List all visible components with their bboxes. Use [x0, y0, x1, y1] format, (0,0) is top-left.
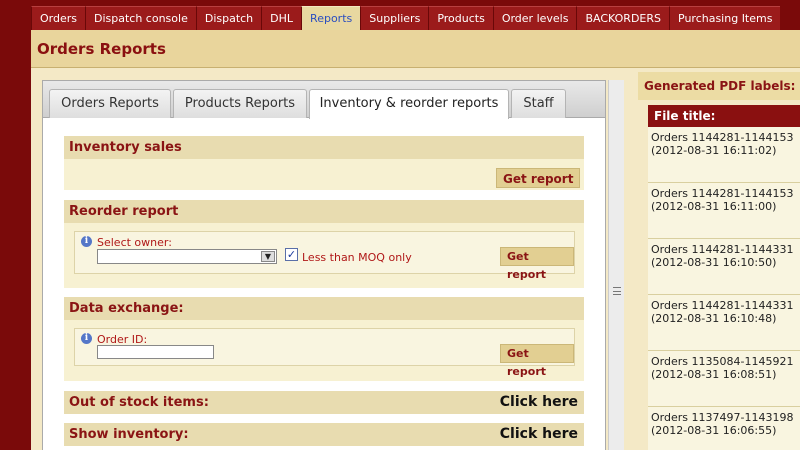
moq-checkbox[interactable]: ✓: [285, 248, 298, 261]
list-item[interactable]: Orders 1144281-1144331 (2012-08-31 16:10…: [648, 239, 800, 295]
nav-order-levels[interactable]: Order levels: [492, 6, 577, 30]
tab-inventory-reorder[interactable]: Inventory & reorder reports: [309, 89, 509, 119]
out-of-stock-label: Out of stock items:: [69, 395, 209, 410]
out-of-stock-link[interactable]: Click here: [500, 391, 578, 414]
page-title: Orders Reports: [37, 40, 166, 58]
tab-products-reports[interactable]: Products Reports: [173, 89, 307, 118]
file-title-header: File title:: [648, 105, 800, 127]
reorder-get-report-button[interactable]: Get report: [500, 247, 574, 281]
generated-labels-title: Generated PDF labels:: [638, 72, 800, 100]
file-date: (2012-08-31 16:10:50): [651, 256, 777, 269]
chevron-down-icon[interactable]: ▼: [261, 251, 275, 262]
file-date: (2012-08-31 16:11:00): [651, 200, 777, 213]
file-name: Orders 1144281-1144153: [651, 187, 794, 200]
nav-products[interactable]: Products: [428, 6, 493, 30]
show-inventory-section: Show inventory: Click here: [64, 423, 584, 446]
list-item[interactable]: Orders 1144281-1144153 (2012-08-31 16:11…: [648, 183, 800, 239]
show-inventory-title: Show inventory: Click here: [64, 423, 584, 446]
file-date: (2012-08-31 16:11:02): [651, 144, 777, 157]
scrollbar[interactable]: [608, 80, 624, 450]
list-item[interactable]: Orders 1144281-1144153 (2012-08-31 16:11…: [648, 127, 800, 183]
tab-orders-reports[interactable]: Orders Reports: [49, 89, 171, 118]
nav-dispatch-console[interactable]: Dispatch console: [85, 6, 196, 30]
inventory-sales-get-report-button[interactable]: Get report: [496, 168, 581, 188]
file-name: Orders 1137497-1143198: [651, 411, 794, 424]
show-inventory-label: Show inventory:: [69, 427, 189, 442]
tab-staff[interactable]: Staff: [511, 89, 566, 118]
nav-dhl[interactable]: DHL: [261, 6, 302, 30]
check-icon: ✓: [286, 248, 297, 261]
moq-label: Less than MOQ only: [302, 251, 412, 264]
reorder-title: Reorder report: [64, 200, 584, 223]
tab-bar: Orders Reports Products Reports Inventor…: [43, 81, 605, 119]
file-name: Orders 1144281-1144331: [651, 299, 794, 312]
data-exchange-form: i Order ID: Get report: [74, 328, 575, 378]
data-exchange-get-report-button[interactable]: Get report: [500, 344, 574, 378]
nav-purchasing-items[interactable]: Purchasing Items: [669, 6, 781, 30]
list-item[interactable]: Orders 1137497-1143198 (2012-08-31 16:06…: [648, 407, 800, 450]
reorder-section: Reorder report i Select owner: ▼ ✓ Less …: [64, 200, 584, 288]
inventory-sales-section: Inventory sales Get report: [64, 136, 584, 190]
reorder-form: i Select owner: ▼ ✓ Less than MOQ only G…: [74, 231, 575, 281]
info-icon: i: [81, 236, 92, 247]
left-border: [0, 30, 31, 450]
scrollbar-grip[interactable]: [613, 287, 621, 295]
info-icon: i: [81, 333, 92, 344]
generated-labels-table: File title: Orders 1144281-1144153 (2012…: [648, 105, 800, 450]
owner-select[interactable]: ▼: [97, 249, 277, 264]
out-of-stock-section: Out of stock items: Click here: [64, 391, 584, 414]
list-item[interactable]: Orders 1135084-1145921 (2012-08-31 16:08…: [648, 351, 800, 407]
page-header: Orders Reports: [31, 30, 800, 68]
order-id-input[interactable]: [97, 345, 214, 359]
owner-label: Select owner:: [97, 236, 172, 249]
out-of-stock-title: Out of stock items: Click here: [64, 391, 584, 414]
data-exchange-title: Data exchange:: [64, 297, 584, 320]
file-date: (2012-08-31 16:10:48): [651, 312, 777, 325]
nav-orders[interactable]: Orders: [31, 6, 85, 30]
list-item[interactable]: Orders 1144281-1144331 (2012-08-31 16:10…: [648, 295, 800, 351]
generated-labels-panel: Generated PDF labels: File title: Orders…: [638, 72, 800, 450]
nav-suppliers[interactable]: Suppliers: [360, 6, 429, 30]
data-exchange-section: Data exchange: i Order ID: Get report: [64, 297, 584, 381]
file-date: (2012-08-31 16:06:55): [651, 424, 777, 437]
show-inventory-link[interactable]: Click here: [500, 423, 578, 446]
inventory-sales-title: Inventory sales: [64, 136, 584, 159]
file-name: Orders 1135084-1145921: [651, 355, 794, 368]
nav-dispatch[interactable]: Dispatch: [195, 6, 262, 30]
file-name: Orders 1144281-1144153: [651, 131, 794, 144]
top-navigation: Orders Dispatch console Dispatch DHL Rep…: [0, 0, 800, 30]
file-date: (2012-08-31 16:08:51): [651, 368, 777, 381]
nav-reports[interactable]: Reports: [301, 6, 361, 30]
nav-backorders[interactable]: BACKORDERS: [576, 6, 669, 30]
file-name: Orders 1144281-1144331: [651, 243, 794, 256]
